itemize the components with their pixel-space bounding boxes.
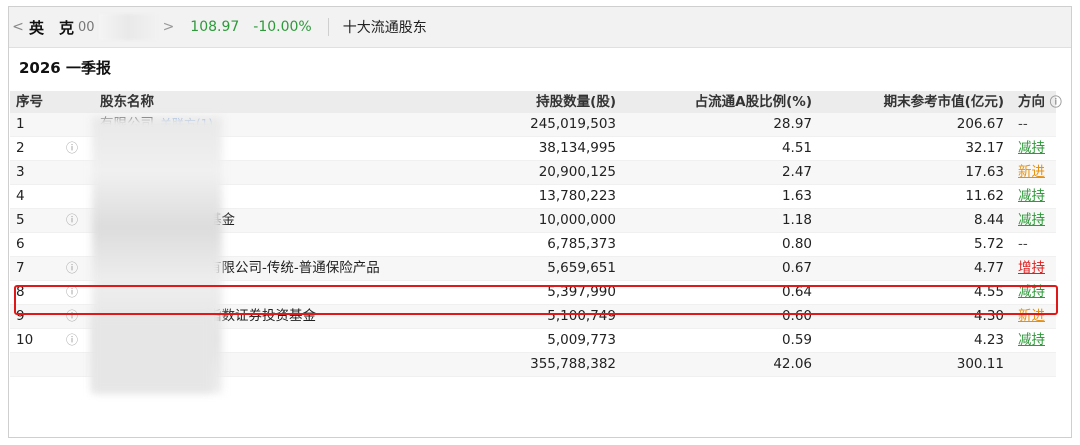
ratio-value: 1.18 [781, 212, 812, 228]
row-idx: 10 [16, 332, 34, 348]
direction-link[interactable]: 减持 [1018, 209, 1045, 232]
header-ratio[interactable]: 占流通A股比例(%) [695, 91, 812, 114]
highlight-box [14, 285, 1058, 315]
row-idx: 3 [16, 164, 25, 180]
stock-name: 英 克 [29, 18, 75, 37]
total-value: 300.11 [956, 356, 1004, 372]
ratio-value: 1.63 [781, 188, 812, 204]
ratio-value: 28.97 [773, 116, 812, 132]
direction-link: -- [1018, 116, 1028, 132]
market-value: 5.72 [973, 236, 1004, 252]
direction-link[interactable]: 减持 [1018, 329, 1045, 352]
ratio-value: 0.80 [781, 236, 812, 252]
question-icon[interactable]: ⓘ [66, 137, 78, 160]
question-icon[interactable]: ⓘ [66, 329, 78, 352]
row-idx: 7 [16, 260, 25, 276]
market-value: 4.77 [973, 260, 1004, 276]
help-icon[interactable]: ⓘ [1050, 95, 1062, 109]
direction-link[interactable]: 减持 [1018, 185, 1045, 208]
question-icon[interactable]: ⓘ [66, 257, 78, 280]
row-idx: 2 [16, 140, 25, 156]
shares-value: 20,900,125 [538, 164, 616, 180]
shares-value: 5,659,651 [547, 260, 616, 276]
direction-link[interactable]: 增持 [1018, 257, 1045, 280]
ratio-value: 4.51 [781, 140, 812, 156]
divider [327, 18, 329, 36]
header-name: 股东名称 [100, 94, 154, 110]
top-bar: < 英 克 00 > 108.97 -10.00% 十大流通股东 [9, 7, 1071, 48]
ratio-value: 0.67 [781, 260, 812, 276]
direction-link[interactable]: 减持 [1018, 137, 1045, 160]
shares-value: 6,785,373 [547, 236, 616, 252]
total-ratio: 42.06 [773, 356, 812, 372]
stock-change: -10.00% [253, 19, 312, 35]
header-value[interactable]: 期末参考市值(亿元) [884, 91, 1004, 114]
chevron-right-icon[interactable]: > [163, 19, 175, 35]
back-icon[interactable]: < [9, 19, 27, 35]
header-shares[interactable]: 持股数量(股) [536, 91, 616, 114]
stock-price: 108.97 [190, 19, 240, 35]
market-value: 32.17 [965, 140, 1004, 156]
row-idx: 1 [16, 116, 25, 132]
shares-value: 38,134,995 [538, 140, 616, 156]
header-idx: 序号 [16, 94, 43, 110]
market-value: 11.62 [965, 188, 1004, 204]
table-header: 序号 股东名称 持股数量(股) 占流通A股比例(%) 期末参考市值(亿元) 方向… [10, 91, 1062, 114]
market-value: 17.63 [965, 164, 1004, 180]
header-dir: 方向 ⓘ [1018, 91, 1062, 114]
row-idx: 5 [16, 212, 25, 228]
header-dir-label: 方向 [1018, 94, 1045, 110]
shares-value: 10,000,000 [538, 212, 616, 228]
market-value: 8.44 [973, 212, 1004, 228]
direction-link: -- [1018, 236, 1028, 252]
ratio-value: 2.47 [781, 164, 812, 180]
row-idx: 6 [16, 236, 25, 252]
redacted-names-lower [92, 316, 212, 392]
shares-value: 13,780,223 [538, 188, 616, 204]
redacted-block [98, 14, 157, 40]
total-shares: 355,788,382 [530, 356, 616, 372]
market-value: 4.23 [973, 332, 1004, 348]
shares-value: 245,019,503 [530, 116, 616, 132]
report-title[interactable]: 2026 一季报 [19, 57, 111, 78]
direction-link[interactable]: 新进 [1018, 161, 1045, 184]
stock-code: 00 [78, 19, 95, 35]
ratio-value: 0.59 [781, 332, 812, 348]
row-idx: 4 [16, 188, 25, 204]
question-icon[interactable]: ⓘ [66, 209, 78, 232]
shares-value: 5,009,773 [547, 332, 616, 348]
page-title: 十大流通股东 [342, 20, 427, 36]
market-value: 206.67 [956, 116, 1004, 132]
